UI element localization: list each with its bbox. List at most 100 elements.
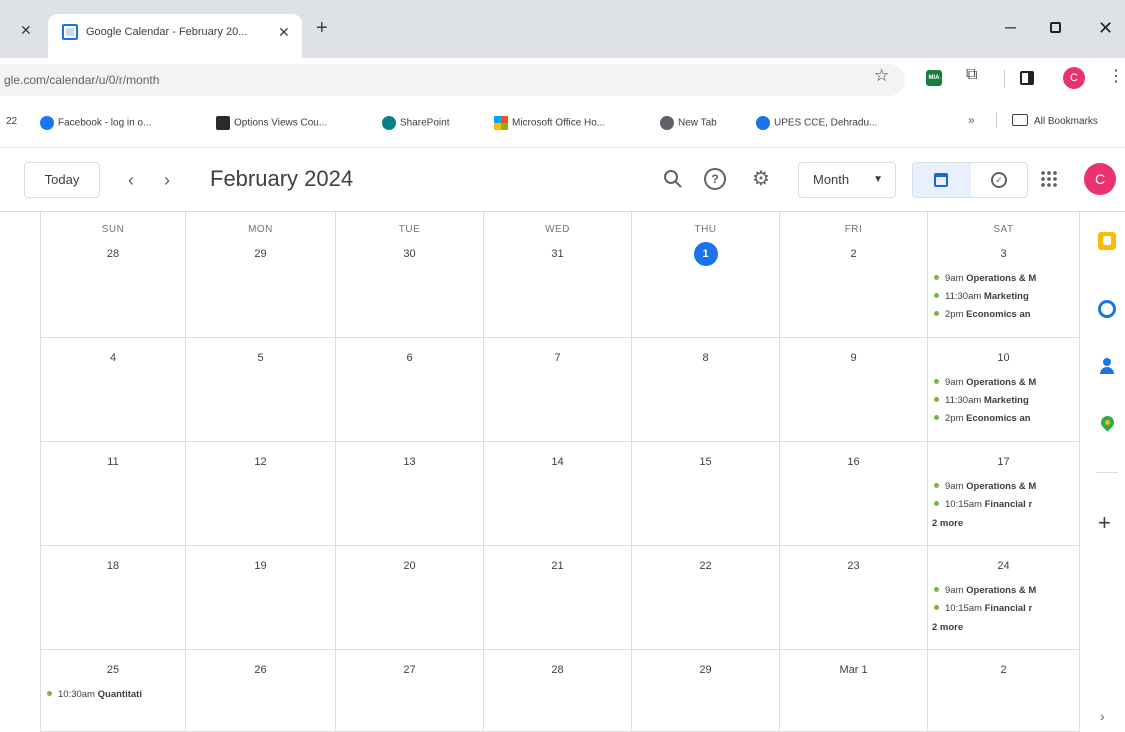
date-number[interactable]: 18 [101,554,125,578]
day-cell[interactable]: 11 [40,442,186,546]
event-chip[interactable]: 11:30am Marketing [932,392,1076,410]
new-tab-icon[interactable]: + [316,18,328,38]
apps-grid-icon[interactable] [1040,170,1058,188]
day-cell[interactable]: SUN 28 [40,212,186,338]
bookmark-options[interactable]: Options Views Cou... [216,116,327,130]
date-number[interactable]: 16 [842,450,866,474]
date-number[interactable]: 5 [249,346,273,370]
day-cell[interactable]: 8 [632,338,780,442]
url-text[interactable]: gle.com/calendar/u/0/r/month [4,73,159,87]
date-number[interactable]: 3 [992,242,1016,266]
date-number[interactable]: 26 [249,658,273,682]
day-cell[interactable]: 20 [336,546,484,650]
day-cell[interactable]: 22 [632,546,780,650]
date-number[interactable]: 28 [101,242,125,266]
date-number[interactable]: 23 [842,554,866,578]
browser-tab-active[interactable]: Google Calendar - February 20... ✕ [48,14,302,58]
day-cell[interactable]: 29 [632,650,780,732]
day-cell[interactable]: 24 9am Operations & M 10:15am Financial r2… [928,546,1080,650]
today-date-number[interactable]: 1 [693,242,718,266]
day-cell[interactable]: 25 10:30am Quantitati [40,650,186,732]
omnibox[interactable]: gle.com/calendar/u/0/r/month [0,64,905,96]
mia-extension-icon[interactable]: MIA [926,70,942,86]
day-cell[interactable]: 18 [40,546,186,650]
date-number[interactable]: 10 [992,346,1016,370]
event-chip[interactable]: 10:30am Quantitati [45,686,183,704]
day-cell[interactable]: 4 [40,338,186,442]
day-cell[interactable]: WED 31 [484,212,632,338]
tasks-icon[interactable] [1098,300,1116,318]
more-events-link[interactable]: 2 more [932,622,963,633]
chevron-left-icon[interactable]: ‹ [128,170,134,191]
browser-profile-avatar[interactable]: C [1063,67,1085,89]
event-chip[interactable]: 9am Operations & M [932,478,1076,496]
event-chip[interactable]: 2pm Economics an [932,410,1076,428]
date-number[interactable]: 8 [694,346,718,370]
contacts-icon[interactable] [1100,358,1114,374]
day-cell[interactable]: MON 29 [186,212,336,338]
side-panel-icon[interactable] [1020,71,1034,85]
day-cell[interactable]: 17 9am Operations & M 10:15am Financial r2… [928,442,1080,546]
day-cell[interactable]: 28 [484,650,632,732]
calendar-view-button[interactable] [913,163,971,197]
date-number[interactable]: 12 [249,450,273,474]
day-cell[interactable]: 19 [186,546,336,650]
date-number[interactable]: 29 [249,242,273,266]
date-number[interactable]: 11 [101,450,125,474]
date-number[interactable]: 20 [398,554,422,578]
avatar[interactable]: C [1084,163,1116,195]
day-cell[interactable]: 21 [484,546,632,650]
day-cell[interactable]: 14 [484,442,632,546]
date-number[interactable]: 17 [992,450,1016,474]
date-number[interactable]: 13 [398,450,422,474]
date-number[interactable]: 2 [842,242,866,266]
bookmark-microsoft[interactable]: Microsoft Office Ho... [494,116,605,130]
day-cell[interactable]: 9 [780,338,928,442]
browser-menu-icon[interactable]: ⋮ [1108,66,1124,86]
date-number[interactable]: 30 [398,242,422,266]
extensions-puzzle-icon[interactable]: ⧉ [966,66,977,84]
bookmark-facebook[interactable]: Facebook - log in o... [40,116,151,130]
add-addon-icon[interactable]: + [1098,512,1111,534]
day-cell[interactable]: 13 [336,442,484,546]
event-chip[interactable]: 10:15am Financial r [932,600,1076,618]
all-bookmarks[interactable]: All Bookmarks [1034,116,1098,127]
date-number[interactable]: 9 [842,346,866,370]
date-number[interactable]: 29 [694,658,718,682]
day-cell[interactable]: 16 [780,442,928,546]
date-number[interactable]: Mar 1 [834,658,874,682]
date-number[interactable]: 4 [101,346,125,370]
day-cell[interactable]: 2 [928,650,1080,732]
minimize-icon[interactable]: – [1005,16,1016,39]
day-cell[interactable]: 27 [336,650,484,732]
date-number[interactable]: 28 [546,658,570,682]
date-number[interactable]: 19 [249,554,273,578]
event-chip[interactable]: 10:15am Financial r [932,496,1076,514]
restore-icon[interactable] [1050,22,1061,33]
day-cell[interactable]: SAT 3 9am Operations & M 11:30am Marketing 2… [928,212,1080,338]
date-number[interactable]: 22 [694,554,718,578]
day-cell[interactable]: 7 [484,338,632,442]
day-cell[interactable]: Mar 1 [780,650,928,732]
view-select[interactable]: Month ▼ [798,162,896,198]
day-cell[interactable]: TUE 30 [336,212,484,338]
bookmark-star-icon[interactable]: ☆ [874,66,889,86]
folder-icon[interactable] [1012,114,1028,126]
date-number[interactable]: 14 [546,450,570,474]
gear-icon[interactable]: ⚙ [752,166,770,191]
day-cell[interactable]: THU 1 [632,212,780,338]
bookmarks-overflow-icon[interactable]: » [968,113,975,127]
day-cell[interactable]: 5 [186,338,336,442]
date-number[interactable]: 7 [546,346,570,370]
day-cell[interactable]: FRI 2 [780,212,928,338]
date-number[interactable]: 15 [694,450,718,474]
date-number[interactable]: 24 [992,554,1016,578]
close-icon[interactable]: ✕ [20,22,32,39]
date-number[interactable]: 27 [398,658,422,682]
day-cell[interactable]: 12 [186,442,336,546]
day-cell[interactable]: 23 [780,546,928,650]
bookmark-upes[interactable]: UPES CCE, Dehradu... [756,116,877,130]
window-close-icon[interactable]: ✕ [1098,18,1113,39]
day-cell[interactable]: 10 9am Operations & M 11:30am Marketing 2pm… [928,338,1080,442]
tasks-check-icon[interactable]: ✓ [991,172,1007,188]
